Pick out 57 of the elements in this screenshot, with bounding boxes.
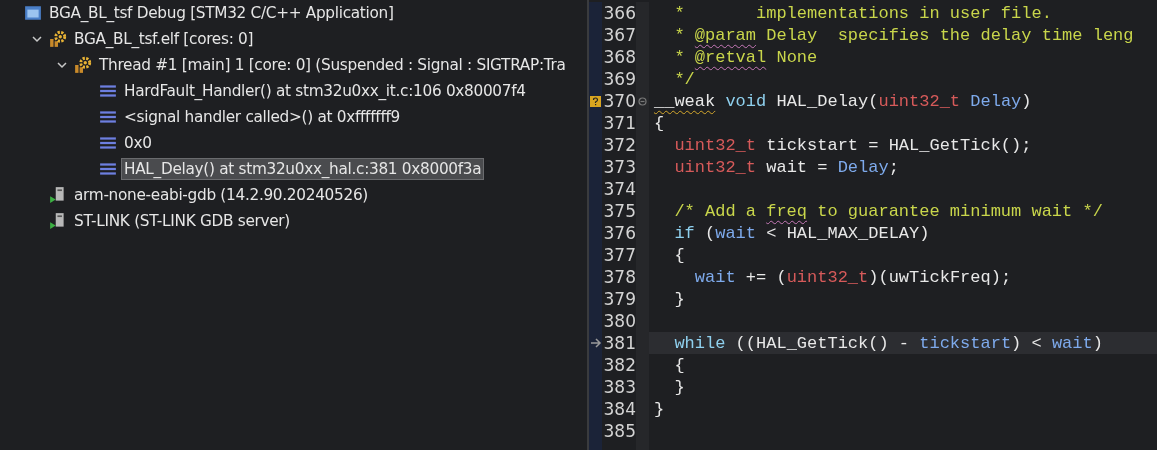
code-line: */ xyxy=(673,68,696,90)
code-line: uint32_t tickstart = HAL_GetTick(); xyxy=(673,134,1033,156)
code-line: /* Add a freq to guarantee minimum wait */ xyxy=(673,200,1104,222)
line-number: 377 xyxy=(602,244,636,266)
process-icon xyxy=(49,186,67,204)
line-number: 366 xyxy=(602,2,636,24)
tree-item[interactable]: arm-none-eabi-gdb (14.2.90.20240526) xyxy=(71,184,371,206)
stack-frame-icon xyxy=(99,134,117,152)
tree-item[interactable]: 0x0 xyxy=(121,132,155,154)
line-number: 375 xyxy=(602,200,636,222)
tree-item[interactable]: <signal handler called>() at 0xfffffff9 xyxy=(121,106,403,128)
code-line: { xyxy=(673,354,686,376)
code-line: } xyxy=(673,288,686,310)
line-number: 373 xyxy=(602,156,636,178)
tree-item[interactable]: HardFault_Handler() at stm32u0xx_it.c:106 0x80007f4 xyxy=(121,80,529,102)
code-line: if (wait < HAL_MAX_DELAY) xyxy=(673,222,931,244)
stack-frame-icon xyxy=(99,82,117,100)
line-number: 371 xyxy=(602,112,636,134)
line-number: 384 xyxy=(602,398,636,420)
code-line: } xyxy=(673,376,686,398)
code-line: wait += (uint32_t)(uwTickFreq); xyxy=(693,266,1013,288)
code-line: * @param Delay specifies the delay time leng xyxy=(673,24,1135,46)
gear-icon xyxy=(49,30,67,48)
code-line: { xyxy=(653,112,666,134)
stack-frame-icon xyxy=(99,108,117,126)
process-icon xyxy=(49,212,67,230)
line-number: 369 xyxy=(602,68,636,90)
code-line: * @retval None xyxy=(673,46,819,68)
line-number: 370 xyxy=(602,90,636,112)
line-number: 383 xyxy=(602,376,636,398)
code-line: * implementations in user file. xyxy=(673,2,1053,24)
line-number: 380 xyxy=(602,310,636,332)
line-number: 376 xyxy=(602,222,636,244)
fold-icon[interactable] xyxy=(638,96,647,106)
tree-item[interactable]: HAL_Delay() at stm32u0xx_hal.c:381 0x8000f3a xyxy=(121,158,485,180)
chevron-icon[interactable] xyxy=(56,59,68,71)
line-number: 379 xyxy=(602,288,636,310)
line-number: 372 xyxy=(602,134,636,156)
code-line: uint32_t wait = Delay; xyxy=(673,156,900,178)
launch-config-icon xyxy=(24,4,42,22)
line-number: 382 xyxy=(602,354,636,376)
code-line: { xyxy=(673,244,686,266)
line-number: 374 xyxy=(602,178,636,200)
line-number: 368 xyxy=(602,46,636,68)
line-number: 381 xyxy=(602,332,636,354)
chevron-icon[interactable] xyxy=(31,33,43,45)
code-line: __weak void HAL_Delay(uint32_t Delay) xyxy=(653,90,1033,112)
line-number: 378 xyxy=(602,266,636,288)
code-line: } xyxy=(653,398,666,420)
tree-item[interactable]: BGA_BL_tsf Debug [STM32 C/C++ Application] xyxy=(46,2,397,24)
line-number: 367 xyxy=(602,24,636,46)
tree-item[interactable]: Thread #1 [main] 1 [core: 0] (Suspended : Signal : SIGTRAP:Tra xyxy=(96,54,569,76)
line-number: 385 xyxy=(602,420,636,442)
stack-frame-icon xyxy=(99,160,117,178)
gear-icon xyxy=(74,56,92,74)
tree-item[interactable]: ST-LINK (ST-LINK GDB server) xyxy=(71,210,294,232)
tree-item[interactable]: BGA_BL_tsf.elf [cores: 0] xyxy=(71,28,257,50)
